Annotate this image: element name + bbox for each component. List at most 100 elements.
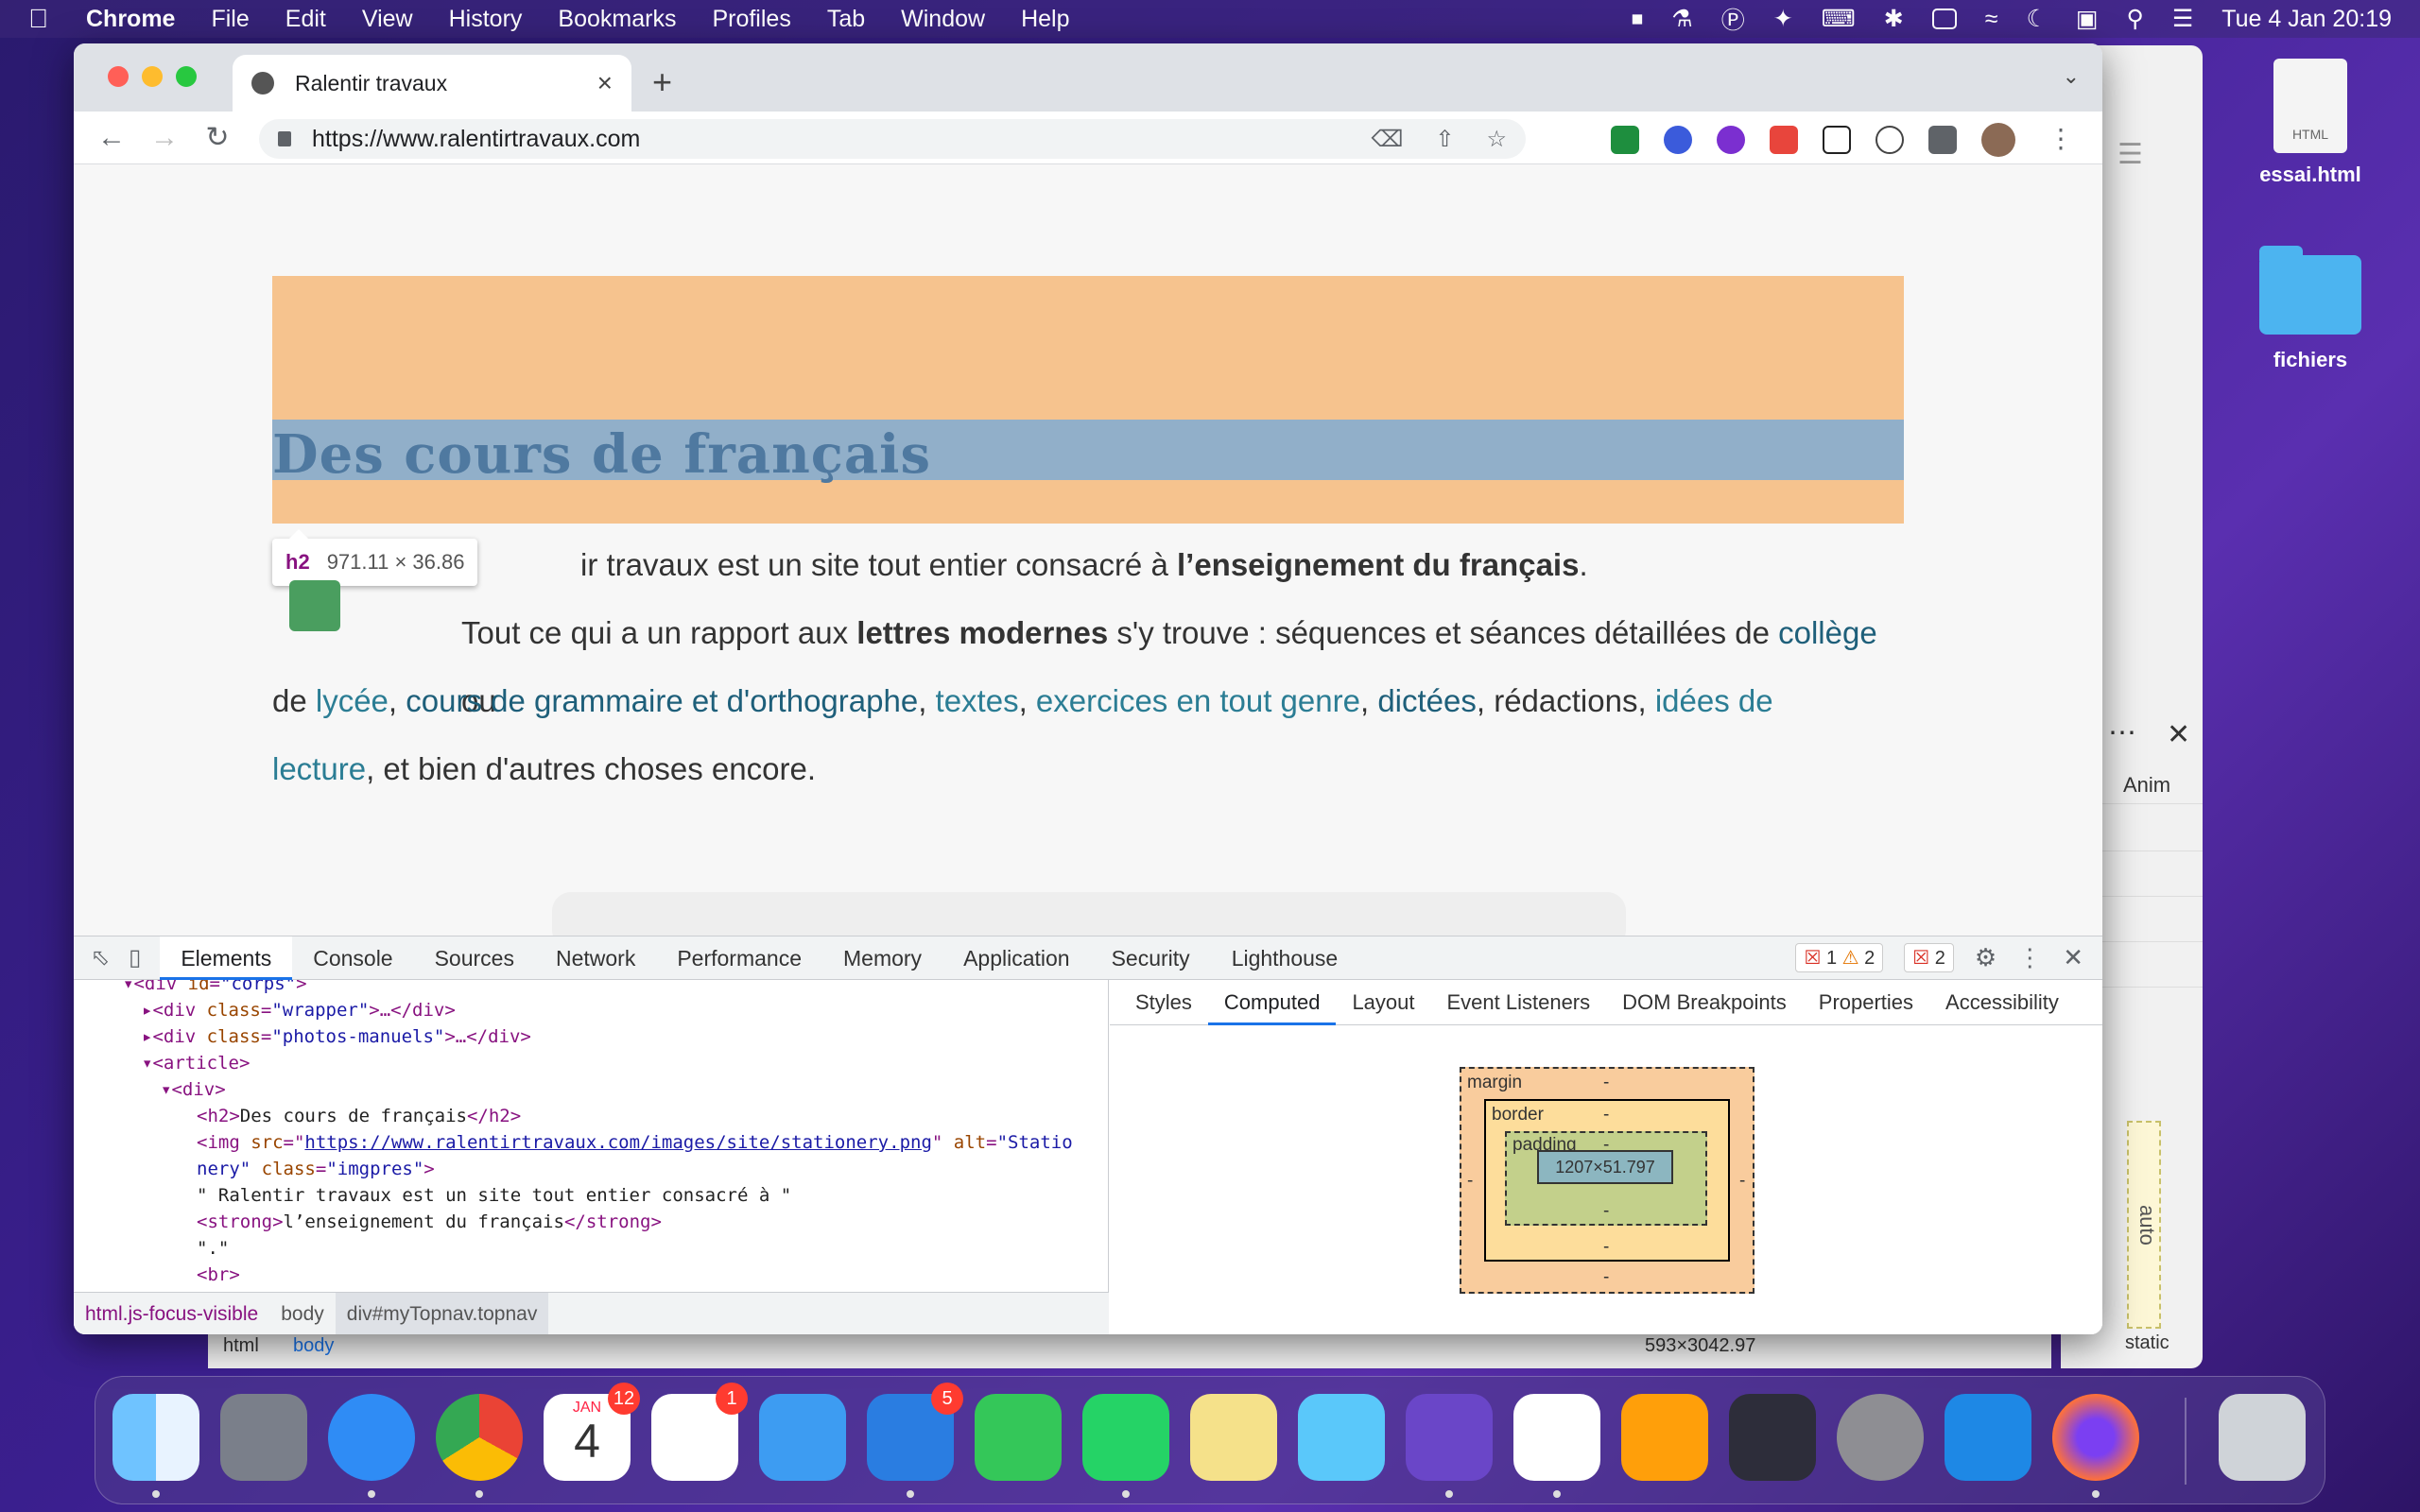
clock[interactable]: Tue 4 Jan 20:19	[2221, 6, 2392, 33]
crumb-topnav[interactable]: div#myTopnav.topnav	[335, 1292, 549, 1334]
settings-gear-icon[interactable]: ⚙	[1975, 943, 1996, 972]
minimize-window-button[interactable]	[142, 66, 163, 87]
dom-node[interactable]: <strong>l’enseignement du français</stro…	[74, 1209, 1108, 1235]
menu-help[interactable]: Help	[1021, 6, 1069, 33]
more-icon[interactable]: ⋯	[2108, 716, 2136, 749]
snowflake-extension-icon[interactable]	[1664, 126, 1692, 154]
reminders-dock-icon[interactable]: 1	[651, 1383, 748, 1481]
box-padding[interactable]: padding - - 1207×51.797	[1505, 1131, 1707, 1226]
dom-node[interactable]: ▾<div>	[74, 1076, 1108, 1103]
cloud-extension-icon[interactable]	[1876, 126, 1904, 154]
spark-dock-icon[interactable]: 5	[867, 1383, 963, 1498]
tab-layout[interactable]: Layout	[1336, 980, 1430, 1025]
reload-icon[interactable]: ↻	[191, 121, 244, 154]
inspect-element-icon[interactable]: ⬁	[91, 944, 110, 971]
tab-accessibility[interactable]: Accessibility	[1929, 980, 2075, 1025]
dom-node[interactable]: ▸<div class="wrapper">…</div>	[74, 997, 1108, 1023]
desktop-folder-fichiers[interactable]: fichiers	[2225, 246, 2395, 372]
dom-node[interactable]: ▸<div class="photos-manuels">…</div>	[74, 1023, 1108, 1050]
browser-tab[interactable]: Ralentir travaux ×	[233, 55, 631, 112]
link-college[interactable]: collège	[1778, 615, 1877, 650]
trash-dock-icon[interactable]	[2219, 1394, 2306, 1481]
dom-node-selected[interactable]: <h2>Des cours de français</h2>	[74, 1103, 1108, 1129]
keynote-dock-icon[interactable]	[1945, 1394, 2031, 1481]
r-extension-icon[interactable]	[1823, 126, 1851, 154]
password-icon[interactable]: Ⓟ	[1721, 2, 1745, 36]
dom-node-cont[interactable]: nery" class="imgpres">	[74, 1156, 1108, 1182]
battery-icon[interactable]	[1931, 9, 1957, 29]
classroom-extension-icon[interactable]	[1611, 126, 1639, 154]
bookmark-star-icon[interactable]: ☆	[1486, 126, 1507, 153]
img-src-link[interactable]: https://www.ralentirtravaux.com/images/s…	[304, 1132, 931, 1153]
apple-icon[interactable]: 	[28, 4, 48, 34]
devtools-tab-network[interactable]: Network	[535, 936, 656, 980]
dom-text-node[interactable]: "."	[74, 1235, 1108, 1262]
stop-record-icon[interactable]: ⏹	[1632, 6, 1644, 33]
obsidian-dock-icon[interactable]	[1406, 1394, 1493, 1498]
whatsapp-dock-icon[interactable]	[1082, 1394, 1169, 1498]
dom-text-node[interactable]: " Ralentir travaux est un site tout enti…	[74, 1182, 1108, 1209]
issues-badge[interactable]: ☒ 2	[1904, 943, 1954, 972]
wifi-icon[interactable]: ≈	[1985, 6, 1998, 33]
close-window-button[interactable]	[108, 66, 129, 87]
pages-dock-icon[interactable]	[1621, 1394, 1708, 1481]
control-center-icon[interactable]: ☰	[2172, 5, 2193, 33]
search-icon[interactable]: ⚲	[2127, 5, 2144, 33]
animations-tab[interactable]: Anim	[2123, 773, 2170, 798]
cast-icon[interactable]: ▣	[2076, 5, 2099, 33]
notes-dock-icon[interactable]	[1190, 1394, 1277, 1481]
link-textes[interactable]: textes	[936, 683, 1019, 718]
chrome-dock-icon[interactable]	[436, 1394, 523, 1498]
link-dictees[interactable]: dictées	[1377, 683, 1477, 718]
keyboard-icon[interactable]: ⌨	[1822, 5, 1856, 33]
moon-icon[interactable]: ☾	[2026, 5, 2047, 33]
devtools-tab-application[interactable]: Application	[942, 936, 1091, 980]
profile-avatar[interactable]	[1981, 123, 2015, 157]
shortcuts-dock-icon[interactable]	[1729, 1394, 1816, 1481]
puzzle-icon[interactable]	[1928, 126, 1957, 154]
tab-dom-breakpoints[interactable]: DOM Breakpoints	[1606, 980, 1803, 1025]
menu-file[interactable]: File	[211, 6, 249, 33]
devtools-tab-console[interactable]: Console	[292, 936, 413, 980]
devtools-tab-sources[interactable]: Sources	[414, 936, 535, 980]
menu-history[interactable]: History	[449, 6, 523, 33]
tab-close-icon[interactable]: ×	[597, 68, 613, 98]
devtools-tab-memory[interactable]: Memory	[822, 936, 942, 980]
link-lecture[interactable]: lecture	[272, 751, 366, 786]
system-preferences-dock-icon[interactable]	[1837, 1394, 1924, 1481]
devtools-tab-elements[interactable]: Elements	[160, 936, 293, 980]
back-crumb-body[interactable]: body	[293, 1335, 334, 1357]
menu-view[interactable]: View	[362, 6, 413, 33]
menu-tab[interactable]: Tab	[827, 6, 865, 33]
tab-styles[interactable]: Styles	[1119, 980, 1208, 1025]
box-content[interactable]: 1207×51.797	[1537, 1150, 1673, 1184]
bluetooth-icon[interactable]: ✱	[1884, 5, 1904, 33]
share-icon[interactable]: ⇧	[1435, 126, 1454, 153]
devtools-close-icon[interactable]: ✕	[2063, 943, 2083, 972]
mail-dock-icon[interactable]	[759, 1394, 846, 1481]
purple-extension-icon[interactable]	[1717, 126, 1745, 154]
translate-icon[interactable]: ⌫	[1371, 126, 1403, 153]
tab-computed[interactable]: Computed	[1207, 980, 1337, 1025]
close-icon[interactable]: ✕	[2167, 718, 2190, 751]
red-extension-icon[interactable]	[1770, 126, 1798, 154]
new-tab-button[interactable]: +	[652, 62, 672, 102]
menu-bookmarks[interactable]: Bookmarks	[558, 6, 676, 33]
menu-window[interactable]: Window	[901, 6, 985, 33]
dom-node[interactable]: <img src="https://www.ralentirtravaux.co…	[74, 1129, 1108, 1156]
tab-search-chevron-icon[interactable]: ⌄	[2063, 64, 2080, 89]
crumb-body[interactable]: body	[269, 1303, 336, 1326]
menu-edit[interactable]: Edit	[285, 6, 326, 33]
firefox-dock-icon[interactable]	[2052, 1394, 2139, 1498]
finder-dock-icon[interactable]	[112, 1394, 199, 1498]
devtools-more-icon[interactable]: ⋮	[2017, 943, 2042, 972]
flask-icon[interactable]: ⚗	[1671, 5, 1692, 33]
dom-node[interactable]: <br>	[74, 1262, 1108, 1288]
address-bar[interactable]: https://www.ralentirtravaux.com ⌫ ⇧ ☆	[259, 119, 1526, 159]
crumb-html[interactable]: html.js-focus-visible	[74, 1303, 269, 1326]
calendar-dock-icon[interactable]: JAN 4 12	[544, 1383, 640, 1481]
hamburger-icon[interactable]: ☰	[2118, 138, 2143, 171]
flask-app-dock-icon[interactable]	[1298, 1394, 1385, 1481]
vscode-dock-icon[interactable]	[1513, 1394, 1600, 1498]
launchpad-dock-icon[interactable]	[220, 1394, 307, 1481]
